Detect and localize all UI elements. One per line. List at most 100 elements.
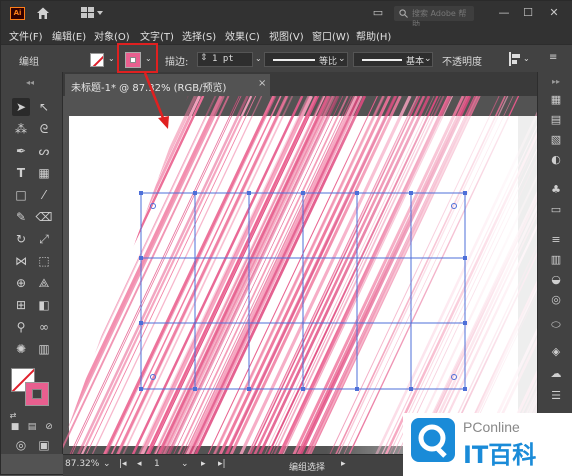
close-button[interactable]: ✕ [547,5,561,21]
selection-handle[interactable] [247,191,251,195]
brush-definition-dropdown[interactable]: 基本 ⌄ [353,52,433,67]
selection-handle[interactable] [463,387,467,391]
selection-handle[interactable] [463,321,467,325]
selection-handle[interactable] [301,191,305,195]
perspective-grid-tool-icon[interactable]: ⟁ [35,274,53,292]
selection-handle[interactable] [193,387,197,391]
menu-view[interactable]: 视图(V) [269,28,304,43]
chevron-down-icon[interactable]: ⌄ [103,459,111,469]
type-tool-icon[interactable]: T [12,164,30,182]
menu-select[interactable]: 选择(S) [182,28,216,43]
artboard-number-field[interactable]: 1 [154,459,160,469]
scale-tool-icon[interactable]: ⤢ [35,230,53,248]
symbol-sprayer-tool-icon[interactable]: ✺ [12,340,30,358]
grid-tool-icon[interactable]: ▦ [35,164,53,182]
pen-tool-icon[interactable]: ✒ [12,142,30,160]
none-mode-icon[interactable]: ⊘ [40,418,58,436]
selection-handle[interactable] [193,191,197,195]
next-artboard-icon[interactable]: ▸ [201,459,206,469]
swatches-panel-icon[interactable]: ▧ [547,132,565,148]
stepper-icon[interactable]: ⇕ [200,53,208,63]
color-mode-icon[interactable]: ■ [6,418,24,436]
graphic-styles-icon[interactable]: ▭ [547,202,565,218]
selection-handle[interactable] [355,387,359,391]
libraries-panel-icon[interactable]: ☁ [547,366,565,382]
shaper-tool-icon[interactable]: ✎ [12,208,30,226]
screen-mode-icon[interactable]: ▣ [35,436,53,454]
column-graph-tool-icon[interactable]: ▥ [35,340,53,358]
gradient-panel-icon[interactable]: ▥ [547,252,565,268]
selection-handle[interactable] [301,387,305,391]
stroke-indicator[interactable] [25,382,49,406]
document-canvas[interactable] [63,96,537,454]
close-tab-button[interactable]: × [258,78,266,89]
free-transform-tool-icon[interactable]: ⬚ [35,252,53,270]
selection-handle[interactable] [139,321,143,325]
selection-handle[interactable] [463,191,467,195]
lasso-tool-icon[interactable]: ᘓ [35,120,53,138]
selection-handle[interactable] [409,387,413,391]
previous-artboard-icon[interactable]: ◂ [137,459,142,469]
eyedropper-tool-icon[interactable]: ⚲ [12,318,30,336]
home-icon[interactable] [36,6,50,20]
align-icon[interactable] [509,52,521,66]
stroke-weight-field[interactable]: ⇕ 1 pt [197,52,253,67]
collapse-panel-icon[interactable]: ◂◂ [21,74,39,92]
maximize-button[interactable]: ☐ [521,5,535,21]
appearance-panel-icon[interactable]: ◎ [547,292,565,308]
selection-handle[interactable] [355,191,359,195]
fill-stroke-widget[interactable] [11,368,49,406]
chevron-down-icon[interactable]: ⌄ [108,54,115,63]
menu-edit[interactable]: 编辑(E) [52,28,86,43]
expand-panel-icon[interactable]: ▸▸ [547,74,565,90]
shape-builder-tool-icon[interactable]: ⊕ [12,274,30,292]
zoom-level-field[interactable]: 87.32% [65,459,99,469]
magic-wand-tool-icon[interactable]: ⁂ [12,120,30,138]
selection-tool-icon[interactable]: ➤ [12,98,30,116]
layers-panel-icon[interactable]: ◈ [547,344,565,360]
selection-handle[interactable] [463,256,467,260]
gradient-tool-icon[interactable]: ◧ [35,296,53,314]
menu-object[interactable]: 对象(O) [94,28,130,43]
curvature-tool-icon[interactable]: ᔕ [35,142,53,160]
menu-effect[interactable]: 效果(C) [225,28,260,43]
transparency-panel-icon[interactable]: ◒ [547,272,565,288]
menu-list-icon[interactable]: ≡ [549,52,557,63]
stroke-panel-icon[interactable]: ≡ [547,232,565,248]
pathfinder-panel-icon[interactable]: ⬭ [547,317,565,333]
menu-type[interactable]: 文字(T) [140,28,174,43]
variable-width-profile-dropdown[interactable]: 等比 ⌄ [264,52,348,67]
chevron-down-icon[interactable]: ⌄ [523,54,530,63]
help-search-input[interactable]: 搜索 Adobe 帮助 [394,6,474,29]
rotate-tool-icon[interactable]: ↻ [12,230,30,248]
selection-handle[interactable] [139,387,143,391]
chevron-down-icon[interactable]: ⌄ [255,54,262,63]
menu-window[interactable]: 窗口(W) [312,28,350,43]
draw-mode-icon[interactable]: ◎ [12,436,30,454]
brushes-panel-icon[interactable]: ◐ [547,152,565,168]
rectangle-tool-icon[interactable]: □ [12,186,30,204]
color-guide-icon[interactable]: ▤ [547,112,565,128]
properties-panel-icon[interactable]: ☰ [547,388,565,404]
workspace-layout-icon[interactable] [81,7,103,19]
paintbrush-tool-icon[interactable]: ⁄ [35,186,53,204]
color-panel-icon[interactable]: ▦ [547,92,565,108]
opacity-link[interactable]: 不透明度 [442,53,482,68]
first-artboard-icon[interactable]: |◂ [119,459,127,469]
width-tool-icon[interactable]: ⋈ [12,252,30,270]
minimize-button[interactable]: — [497,5,511,21]
selection-handle[interactable] [247,387,251,391]
gradient-mode-icon[interactable]: ▤ [23,418,41,436]
mesh-tool-icon[interactable]: ⊞ [12,296,30,314]
chevron-down-icon[interactable]: ⌄ [181,459,189,469]
menu-file[interactable]: 文件(F) [9,28,43,43]
symbols-panel-icon[interactable]: ♣ [547,182,565,198]
panel-toggle-icon[interactable]: ▭ [371,5,385,21]
selection-handle[interactable] [409,191,413,195]
blend-tool-icon[interactable]: ∞ [35,318,53,336]
status-menu-arrow-icon[interactable]: ▸ [341,459,346,469]
eraser-tool-icon[interactable]: ⌫ [35,208,53,226]
direct-selection-tool-icon[interactable]: ↖ [35,98,53,116]
selection-handle[interactable] [139,191,143,195]
fill-swatch[interactable] [90,53,104,67]
